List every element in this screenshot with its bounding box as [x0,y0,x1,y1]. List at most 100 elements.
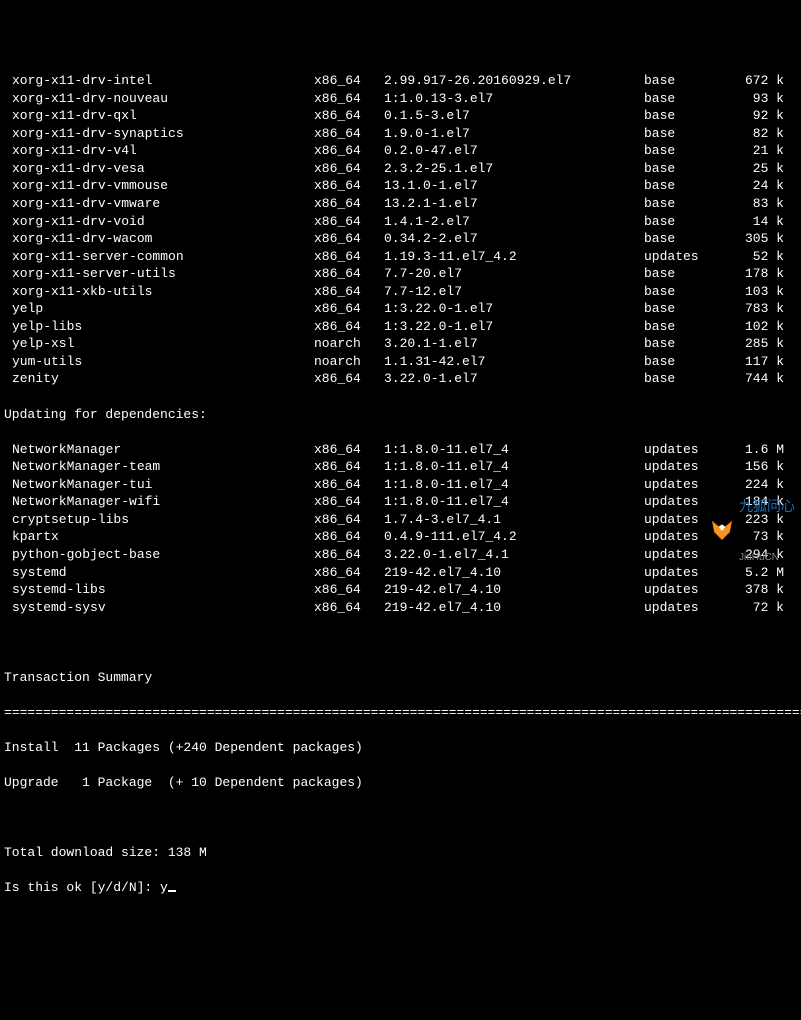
package-row: xorg-x11-server-utilsx86_647.7-20.el7bas… [4,265,797,283]
package-arch: x86_64 [314,125,384,143]
package-size: 103 k [724,283,784,301]
package-name: NetworkManager-team [4,458,314,476]
summary-line-upgrade: Upgrade 1 Package (+ 10 Dependent packag… [4,774,797,792]
package-name: xorg-x11-drv-qxl [4,107,314,125]
package-version: 1.9.0-1.el7 [384,125,644,143]
package-name: xorg-x11-drv-v4l [4,142,314,160]
package-name: xorg-x11-drv-vmware [4,195,314,213]
package-name: xorg-x11-server-utils [4,265,314,283]
package-row: systemd-libsx86_64219-42.el7_4.10updates… [4,581,797,599]
package-arch: x86_64 [314,476,384,494]
package-version: 219-42.el7_4.10 [384,564,644,582]
blank-line [4,809,797,827]
package-version: 1:1.8.0-11.el7_4 [384,493,644,511]
package-name: yelp-xsl [4,335,314,353]
package-row: xorg-x11-drv-wacomx86_640.34.2-2.el7base… [4,230,797,248]
watermark: 九狐问心 JiuHuCN [709,459,795,601]
package-name: NetworkManager [4,441,314,459]
package-arch: x86_64 [314,265,384,283]
package-name: xorg-x11-drv-synaptics [4,125,314,143]
package-arch: x86_64 [314,230,384,248]
package-arch: x86_64 [314,142,384,160]
package-row: yum-utilsnoarch1.1.31-42.el7base117 k [4,353,797,371]
package-version: 1.4.1-2.el7 [384,213,644,231]
package-row: NetworkManager-tuix86_641:1.8.0-11.el7_4… [4,476,797,494]
package-row: yelpx86_641:3.22.0-1.el7base783 k [4,300,797,318]
package-row: yelp-xslnoarch3.20.1-1.el7base285 k [4,335,797,353]
package-size: 92 k [724,107,784,125]
package-repo: base [644,265,724,283]
fox-icon [709,517,735,543]
watermark-title: 九狐问心 [739,497,795,516]
package-arch: x86_64 [314,546,384,564]
prompt-label: Is this ok [y/d/N]: [4,880,160,895]
confirm-prompt[interactable]: Is this ok [y/d/N]: y [4,879,797,897]
package-name: xorg-x11-xkb-utils [4,283,314,301]
package-repo: base [644,160,724,178]
package-arch: x86_64 [314,160,384,178]
package-size: 178 k [724,265,784,283]
package-arch: noarch [314,335,384,353]
package-row: python-gobject-basex86_643.22.0-1.el7_4.… [4,546,797,564]
package-arch: x86_64 [314,599,384,617]
package-version: 7.7-12.el7 [384,283,644,301]
package-arch: x86_64 [314,511,384,529]
package-name: zenity [4,370,314,388]
package-name: xorg-x11-drv-intel [4,72,314,90]
package-size: 744 k [724,370,784,388]
package-list: xorg-x11-drv-intelx86_642.99.917-26.2016… [4,72,797,388]
package-version: 219-42.el7_4.10 [384,599,644,617]
package-repo: base [644,213,724,231]
package-size: 783 k [724,300,784,318]
package-name: python-gobject-base [4,546,314,564]
package-repo: base [644,107,724,125]
package-name: yelp-libs [4,318,314,336]
package-version: 7.7-20.el7 [384,265,644,283]
package-row: zenityx86_643.22.0-1.el7base744 k [4,370,797,388]
package-name: xorg-x11-drv-wacom [4,230,314,248]
divider: ========================================… [4,704,797,722]
package-arch: x86_64 [314,283,384,301]
watermark-sub: JiuHuCN [739,553,795,563]
package-name: xorg-x11-drv-nouveau [4,90,314,108]
package-size: 14 k [724,213,784,231]
package-arch: x86_64 [314,300,384,318]
package-repo: base [644,283,724,301]
package-version: 2.3.2-25.1.el7 [384,160,644,178]
package-version: 219-42.el7_4.10 [384,581,644,599]
package-version: 1.19.3-11.el7_4.2 [384,248,644,266]
package-version: 1:1.8.0-11.el7_4 [384,458,644,476]
package-size: 117 k [724,353,784,371]
package-arch: x86_64 [314,318,384,336]
package-size: 24 k [724,177,784,195]
blank-line [4,634,797,652]
package-name: cryptsetup-libs [4,511,314,529]
package-row: systemdx86_64219-42.el7_4.10updates5.2 M [4,564,797,582]
package-arch: x86_64 [314,248,384,266]
package-version: 3.22.0-1.el7 [384,370,644,388]
package-size: 102 k [724,318,784,336]
package-name: xorg-x11-server-common [4,248,314,266]
package-repo: base [644,230,724,248]
package-row: kpartxx86_640.4.9-111.el7_4.2updates73 k [4,528,797,546]
package-row: NetworkManagerx86_641:1.8.0-11.el7_4upda… [4,441,797,459]
package-version: 1:1.8.0-11.el7_4 [384,476,644,494]
package-version: 1:3.22.0-1.el7 [384,318,644,336]
package-arch: x86_64 [314,493,384,511]
package-arch: x86_64 [314,195,384,213]
deps-heading: Updating for dependencies: [4,406,797,424]
package-repo: base [644,195,724,213]
package-name: NetworkManager-tui [4,476,314,494]
package-name: yelp [4,300,314,318]
package-name: xorg-x11-drv-vmmouse [4,177,314,195]
package-row: xorg-x11-drv-v4lx86_640.2.0-47.el7base21… [4,142,797,160]
package-version: 1.7.4-3.el7_4.1 [384,511,644,529]
package-arch: x86_64 [314,528,384,546]
package-repo: base [644,90,724,108]
package-repo: base [644,335,724,353]
package-arch: x86_64 [314,107,384,125]
prompt-input[interactable]: y [160,880,168,895]
package-size: 21 k [724,142,784,160]
package-arch: x86_64 [314,441,384,459]
package-name: systemd [4,564,314,582]
